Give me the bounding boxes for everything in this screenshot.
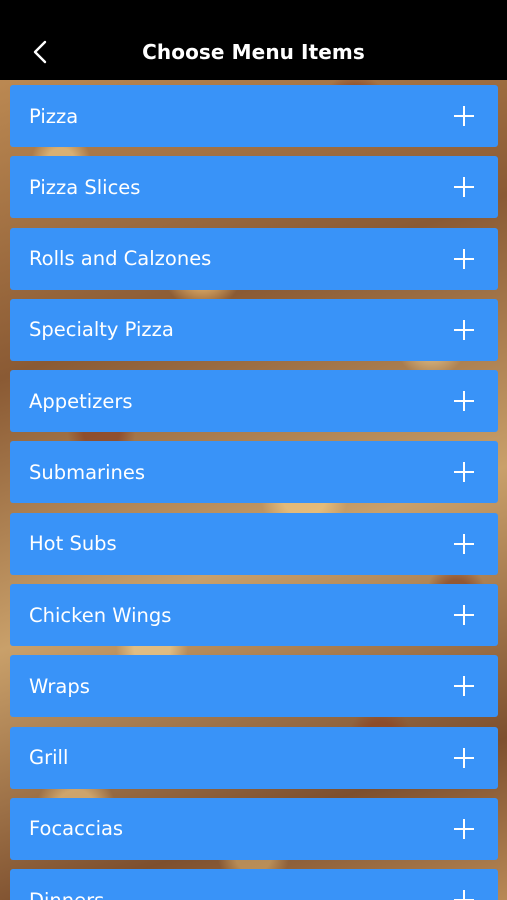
plus-icon[interactable] [454,676,474,697]
page-title: Choose Menu Items [142,40,365,64]
menu-category-specialty-pizza[interactable]: Specialty Pizza [10,298,498,361]
menu-category-label: Focaccias [29,817,124,841]
menu-category-label: Submarines [29,460,146,484]
menu-category-hot-subs[interactable]: Hot Subs [10,512,498,575]
menu-category-submarines[interactable]: Submarines [10,441,498,504]
menu-category-pizza-slices[interactable]: Pizza Slices [10,156,498,219]
plus-icon[interactable] [454,818,474,839]
menu-category-label: Appetizers [29,389,133,413]
menu-category-label: Chicken Wings [29,603,172,627]
menu-category-label: Specialty Pizza [29,318,174,342]
menu-category-label: Hot Subs [29,532,117,556]
plus-icon[interactable] [454,319,474,340]
menu-category-pizza[interactable]: Pizza [10,85,498,147]
menu-category-list: Pizza Pizza Slices Rolls and Calzones Sp… [10,85,498,900]
menu-category-label: Grill [29,746,69,770]
menu-category-grill[interactable]: Grill [10,726,498,789]
plus-icon[interactable] [454,177,474,198]
menu-category-label: Dinners [29,889,104,900]
screen: Choose Menu Items Pizza Pizza Slices Rol… [0,0,507,900]
menu-category-appetizers[interactable]: Appetizers [10,370,498,433]
menu-category-rolls-and-calzones[interactable]: Rolls and Calzones [10,227,498,290]
menu-category-label: Rolls and Calzones [29,247,212,271]
plus-icon[interactable] [454,533,474,554]
menu-category-wraps[interactable]: Wraps [10,655,498,718]
menu-category-chicken-wings[interactable]: Chicken Wings [10,584,498,647]
plus-icon[interactable] [454,890,474,900]
menu-category-label: Pizza Slices [29,175,141,199]
menu-category-focaccias[interactable]: Focaccias [10,797,498,860]
menu-category-label: Pizza [29,104,79,128]
plus-icon[interactable] [454,391,474,412]
menu-category-dinners[interactable]: Dinners [10,869,498,900]
plus-icon[interactable] [454,106,474,126]
plus-icon[interactable] [454,462,474,483]
plus-icon[interactable] [454,605,474,626]
plus-icon[interactable] [454,747,474,768]
menu-category-label: Wraps [29,674,90,698]
navigation-bar: Choose Menu Items [0,0,507,80]
plus-icon[interactable] [454,248,474,269]
